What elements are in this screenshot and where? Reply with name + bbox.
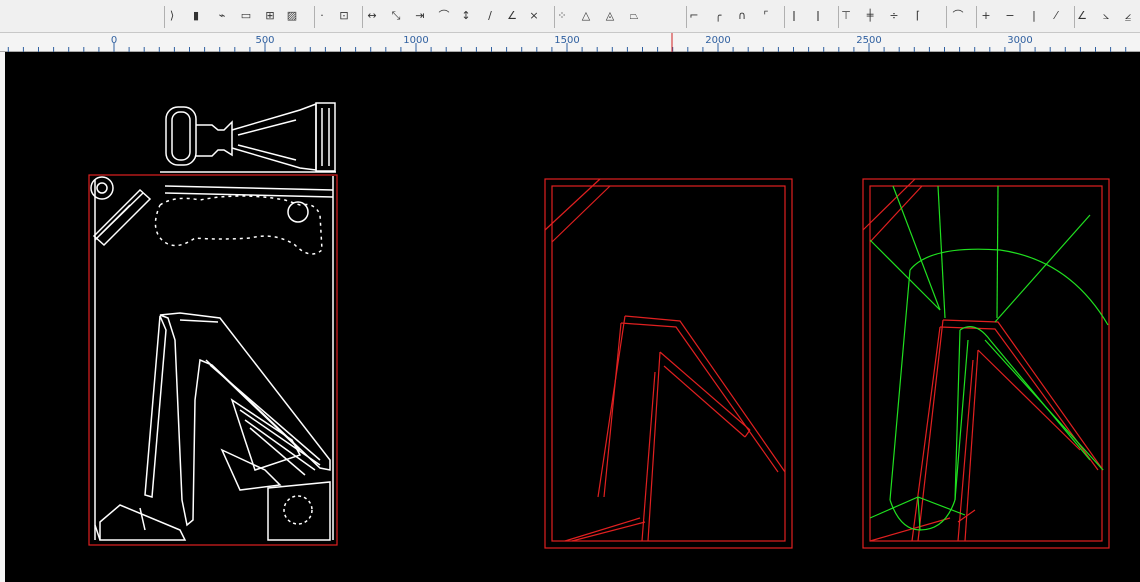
cad-construction-drawing[interactable] xyxy=(862,178,1110,549)
hatch-icon[interactable]: ▨ xyxy=(284,8,300,24)
break-point-icon[interactable]: ǀ xyxy=(786,8,802,24)
toolbar-separator xyxy=(976,6,977,28)
point-chain-icon[interactable]: ⌁ xyxy=(214,8,230,24)
fillet-icon[interactable]: ╭ xyxy=(710,8,726,24)
angle-draw-icon[interactable]: ⦣ xyxy=(1098,8,1114,24)
toolbar-separator xyxy=(946,6,947,28)
multiply-measure-icon[interactable]: × xyxy=(526,8,542,24)
vertical-line-icon[interactable]: | xyxy=(1026,8,1042,24)
trim-top-icon[interactable]: ⊤ xyxy=(838,8,854,24)
angle-measure-icon[interactable]: ∠ xyxy=(504,8,520,24)
ruler-label-1500: 1500 xyxy=(554,35,580,46)
corner-left-icon[interactable]: ⌐ xyxy=(686,8,702,24)
cad-red-outline-drawing[interactable] xyxy=(544,178,793,549)
text-tool-icon[interactable]: ⊡ xyxy=(336,8,352,24)
ruler-label-2500: 2500 xyxy=(856,35,882,46)
points-query-icon[interactable]: ⁘ xyxy=(554,8,570,24)
break-mid-icon[interactable]: ǀ xyxy=(810,8,826,24)
cad-toolbar: ⟩ ▮ ⌁ ▭ ⊞ ▨ · ⊡ ↔ ⤡ ⇥ ⌒ ↕ ∕ ∠ × ⁘ △ ◬ ⏢ ⌐ ╭ ∩ ⌜ ǀ ǀ ⊤ ╪ ÷ ⌈ ⌒ + − | ⁄ ∠ ⦣ ⦤ xyxy=(0,0,1140,33)
slope-measure-icon[interactable]: ∕ xyxy=(482,8,498,24)
lower-right-block xyxy=(267,481,331,541)
corner-drop-icon[interactable]: ⌈ xyxy=(910,8,926,24)
arch-icon[interactable]: ∩ xyxy=(734,8,750,24)
diagonal-measure-icon[interactable]: ⤡ xyxy=(388,8,404,24)
contour-tool-icon[interactable]: ⟩ xyxy=(164,8,180,24)
ruler-label-0: 0 xyxy=(110,35,118,46)
handle-horn xyxy=(231,102,317,171)
arc-measure-icon[interactable]: ⌒ xyxy=(436,8,452,24)
area-query-icon[interactable]: ◬ xyxy=(602,8,618,24)
ruler-label-3000: 3000 xyxy=(1007,35,1033,46)
chamfer-icon[interactable]: ⌜ xyxy=(758,8,774,24)
handle-cap xyxy=(315,102,336,172)
color-bars-icon[interactable]: ▮ xyxy=(188,8,204,24)
traced-scan-drawing[interactable] xyxy=(90,102,336,541)
drawing-svg xyxy=(88,102,1110,549)
polygon-query-icon[interactable]: ⏢ xyxy=(626,8,642,24)
toolbar-separator xyxy=(784,6,785,28)
toolbar-separator xyxy=(362,6,363,28)
arc-draw-icon[interactable]: ⌒ xyxy=(950,8,966,24)
distance-measure-icon[interactable]: ↔ xyxy=(364,8,380,24)
handle-knob xyxy=(165,106,197,166)
minus-icon[interactable]: − xyxy=(1002,8,1018,24)
horizontal-ruler: 0 500 1000 1500 2000 2500 3000 xyxy=(0,33,1140,52)
dashed-cutout xyxy=(154,195,323,255)
divide-icon[interactable]: ÷ xyxy=(886,8,902,24)
ruler-label-500: 500 xyxy=(255,35,275,46)
angle-box-icon[interactable]: ⦤ xyxy=(1120,8,1136,24)
plus-icon[interactable]: + xyxy=(978,8,994,24)
ruler-label-1000: 1000 xyxy=(403,35,429,46)
point-query-icon[interactable]: · xyxy=(314,8,330,24)
left-boundary-rect[interactable] xyxy=(88,174,338,546)
line-angle-icon[interactable]: ∠ xyxy=(1074,8,1090,24)
rect-query-icon[interactable]: ▭ xyxy=(238,8,254,24)
ruler-label-2000: 2000 xyxy=(705,35,731,46)
horizontal-measure-icon[interactable]: ⇥ xyxy=(412,8,428,24)
vertical-measure-icon[interactable]: ↕ xyxy=(458,8,474,24)
triangle-query-icon[interactable]: △ xyxy=(578,8,594,24)
cross-icon[interactable]: ╪ xyxy=(862,8,878,24)
drawing-canvas[interactable] xyxy=(5,52,1140,582)
percent-icon[interactable]: ⁄ xyxy=(1048,8,1064,24)
grid-select-icon[interactable]: ⊞ xyxy=(262,8,278,24)
main-n-shape xyxy=(159,312,331,527)
